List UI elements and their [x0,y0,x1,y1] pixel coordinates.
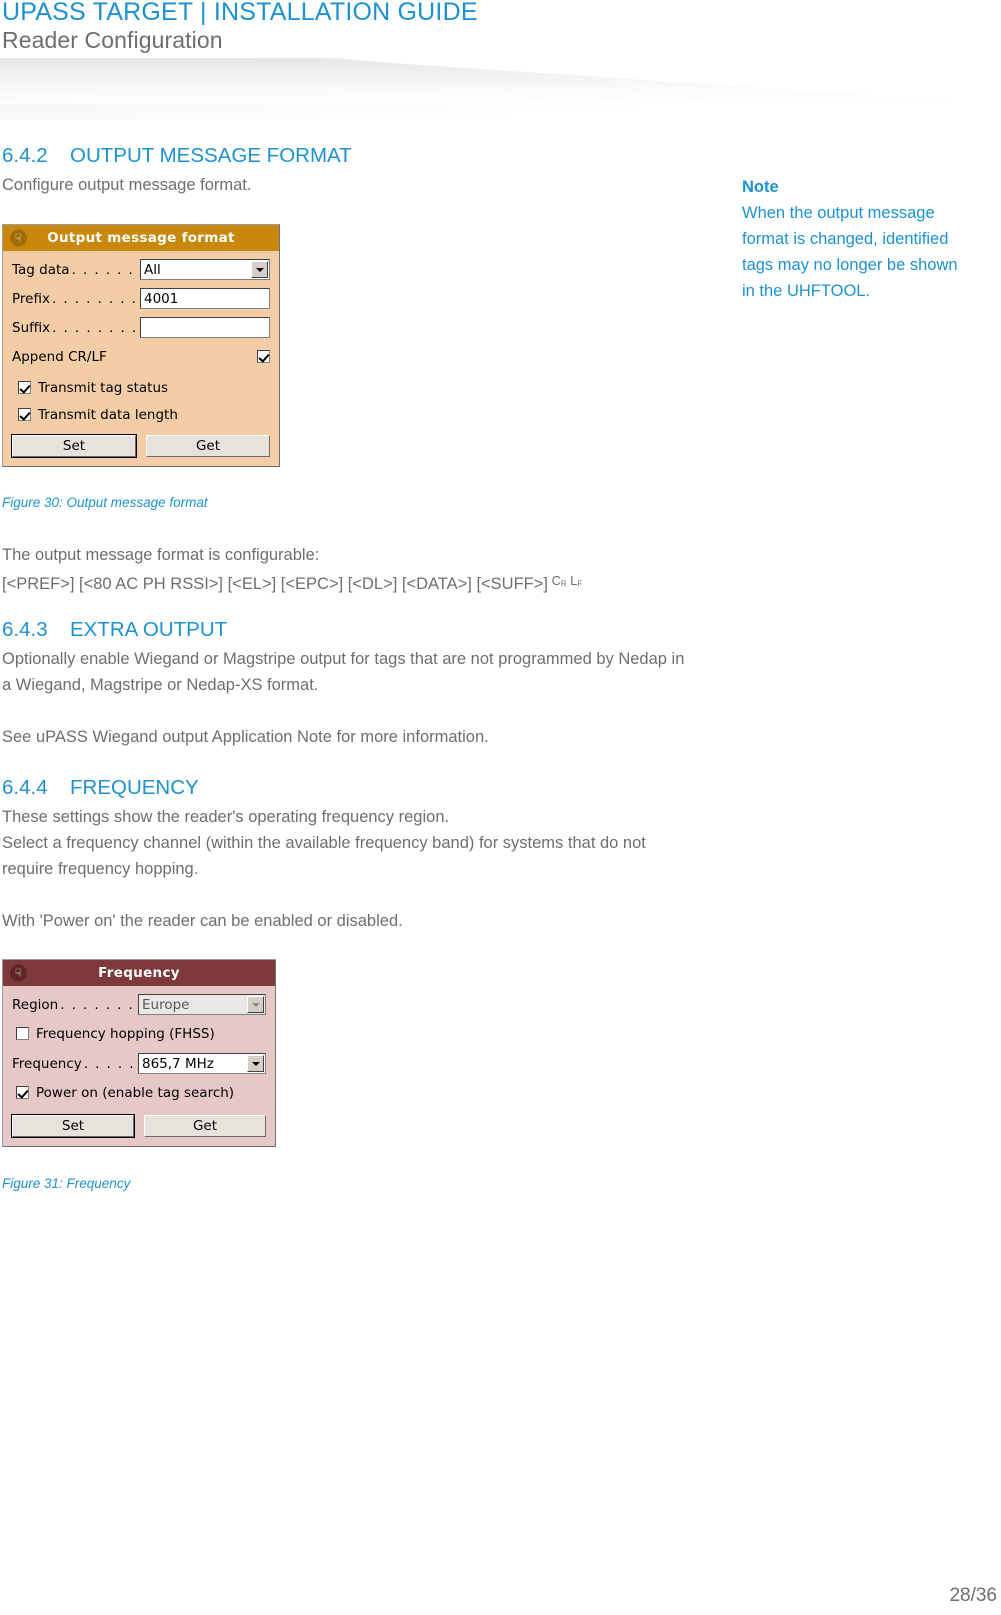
format-string: [<PREF>] [<80 AC PH RSSI>] [<EL>] [<EPC>… [2,574,548,593]
prefix-value: 4001 [144,290,179,307]
frequency-row: Frequency . . . . . . . . . 865,7 MHz [12,1053,266,1074]
dialog-output-body: Tag data . . . . . . . . . All Prefix . … [3,251,279,466]
transmit-tag-status-row: Transmit tag status [12,377,270,398]
section-643-para1: Optionally enable Wiegand or Magstripe o… [2,650,685,694]
note-body: When the output message format is change… [742,204,958,300]
transmit-data-length-checkbox[interactable] [18,408,31,421]
power-on-label: Power on (enable tag search) [36,1084,235,1101]
tag-data-select[interactable]: All [140,259,270,280]
chevron-down-icon[interactable] [247,996,264,1013]
prefix-label: Prefix [12,290,50,307]
frequency-leader-dots: . . . . . . . . . [83,1055,138,1072]
header-diagonal-band-highlight [0,58,1001,104]
section-644-para3: With 'Power on' the reader can be enable… [2,912,403,930]
section-number-642: 6.4.2 [2,144,48,167]
suffix-label: Suffix [12,319,51,336]
section-heading-643: 6.4.3 EXTRA OUTPUT [2,618,227,642]
power-on-row: Power on (enable tag search) [12,1082,266,1103]
figure-30-caption: Figure 30: Output message format [2,495,208,510]
note-title: Note [742,178,779,196]
tag-data-row: Tag data . . . . . . . . . All [12,259,270,280]
suffix-input[interactable] [140,317,270,338]
dialog-frequency[interactable]: ☟ Frequency Region . . . . . . . . . . .… [2,959,276,1147]
figure-31-caption: Figure 31: Frequency [2,1176,131,1191]
frequency-get-button[interactable]: Get [144,1115,266,1137]
cr-glyph: C [551,573,561,588]
dialog-frequency-body: Region . . . . . . . . . . . . Europe Fr… [3,986,275,1146]
section-number-643: 6.4.3 [2,618,48,641]
section-number-644: 6.4.4 [2,776,48,799]
append-crlf-checkbox[interactable] [257,350,270,363]
lf-subscript: F [577,579,583,589]
transmit-data-length-row: Transmit data length [12,404,270,425]
transmit-tag-status-checkbox[interactable] [18,381,31,394]
chevron-down-icon[interactable] [247,1055,264,1072]
dialog-output-button-row: Set Get [12,435,270,457]
section-heading-642: 6.4.2 OUTPUT MESSAGE FORMAT [2,144,352,168]
section-643-para2: See uPASS Wiegand output Application Not… [2,728,489,746]
tag-data-value: All [144,261,161,278]
prefix-input[interactable]: 4001 [140,288,270,309]
output-set-button[interactable]: Set [12,435,136,457]
chevron-down-icon[interactable] [251,261,268,278]
frequency-value: 865,7 MHz [142,1055,214,1072]
cr-subscript: R [560,579,567,589]
format-lead-text: The output message format is configurabl… [2,546,320,564]
frequency-hopping-checkbox[interactable] [16,1027,29,1040]
region-label: Region [12,996,59,1013]
suffix-leader-dots: . . . . . . . . . . . . [52,319,140,336]
region-value: Europe [142,996,190,1013]
transmit-tag-status-label: Transmit tag status [38,379,169,396]
region-select[interactable]: Europe [138,994,266,1015]
region-leader-dots: . . . . . . . . . . . . [60,996,138,1013]
power-on-checkbox[interactable] [16,1086,29,1099]
dialog-output-message-format[interactable]: ☟ Output message format Tag data . . . .… [2,224,280,467]
prefix-row: Prefix . . . . . . . . . . . . 4001 [12,288,270,309]
append-crlf-label: Append CR/LF [12,348,107,365]
note-sidebar: Note When the output message format is c… [742,174,974,304]
frequency-select[interactable]: 865,7 MHz [138,1053,266,1074]
document-subtitle: Reader Configuration [2,27,223,53]
page-number: 28/36 [949,1585,997,1606]
prefix-leader-dots: . . . . . . . . . . . . [51,290,140,307]
section-title-642: OUTPUT MESSAGE FORMAT [70,144,352,167]
region-row: Region . . . . . . . . . . . . Europe [12,994,266,1015]
transmit-data-length-label: Transmit data length [38,406,178,423]
frequency-label: Frequency [12,1055,82,1072]
output-get-button[interactable]: Get [146,435,270,457]
fhss-row: Frequency hopping (FHSS) [12,1023,266,1044]
section-title-643: EXTRA OUTPUT [70,618,228,641]
frequency-hopping-label: Frequency hopping (FHSS) [36,1025,215,1042]
chevron-double-down-icon[interactable]: ☟ [10,229,27,247]
dialog-output-title-text: Output message format [47,230,235,246]
document-title: UPASS TARGET | INSTALLATION GUIDE [2,0,478,26]
tag-data-leader-dots: . . . . . . . . . [71,261,140,278]
section-heading-644: 6.4.4 FREQUENCY [2,776,199,800]
chevron-double-down-icon[interactable]: ☟ [10,964,27,982]
dialog-frequency-titlebar[interactable]: ☟ Frequency [3,960,275,986]
page-header: UPASS TARGET | INSTALLATION GUIDE Reader… [0,0,1001,120]
dialog-frequency-button-row: Set Get [12,1115,266,1137]
format-string-line: [<PREF>] [<80 AC PH RSSI>] [<EL>] [<EPC>… [2,568,762,597]
tag-data-label: Tag data [12,261,70,278]
suffix-row: Suffix . . . . . . . . . . . . [12,317,270,338]
section-642-intro: Configure output message format. [2,176,252,194]
append-crlf-row: Append CR/LF [12,346,270,367]
frequency-set-button[interactable]: Set [12,1115,134,1137]
section-title-644: FREQUENCY [70,776,199,799]
section-644-para2: Select a frequency channel (within the a… [2,834,646,878]
section-644-para1: These settings show the reader's operati… [2,808,450,826]
dialog-output-titlebar[interactable]: ☟ Output message format [3,225,279,251]
dialog-frequency-title-text: Frequency [98,965,180,981]
